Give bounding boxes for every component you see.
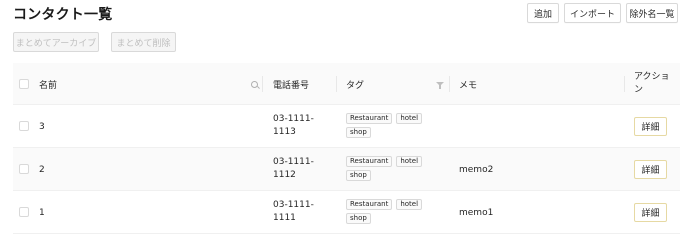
phone-line2: 1112 — [273, 170, 296, 180]
row-checkbox[interactable] — [19, 164, 29, 174]
name-cell: 3 — [39, 121, 45, 132]
column-header-action-line1: アクショ — [634, 72, 670, 82]
phone-line1: 03-1111- — [273, 157, 314, 167]
phone-cell: 03-1111- 1111 — [273, 199, 314, 225]
memo-cell: memo1 — [459, 207, 494, 218]
name-cell: 1 — [39, 207, 45, 218]
tag-badge: hotel — [396, 156, 423, 167]
table-row: 3 03-1111- 1113 Restaurant hotel shop 詳細 — [13, 105, 680, 148]
row-select-cell — [19, 207, 29, 217]
phone-cell: 03-1111- 1113 — [273, 113, 314, 139]
phone-line1: 03-1111- — [273, 114, 314, 124]
column-divider — [449, 76, 450, 92]
name-cell: 2 — [39, 164, 45, 175]
tag-badge: hotel — [396, 113, 423, 124]
phone-line2: 1113 — [273, 127, 296, 137]
detail-button[interactable]: 詳細 — [634, 203, 667, 222]
tags-cell: Restaurant hotel shop — [346, 113, 436, 138]
table-row: 2 03-1111- 1112 Restaurant hotel shop me… — [13, 148, 680, 191]
bulk-archive-button[interactable]: まとめてアーカイブ — [13, 32, 99, 52]
column-divider — [624, 76, 625, 92]
name-search-trigger[interactable] — [251, 63, 258, 105]
row-checkbox[interactable] — [19, 121, 29, 131]
add-button[interactable]: 追加 — [527, 3, 559, 23]
tag-filter-trigger[interactable] — [436, 63, 444, 105]
column-header-action: アクショ ン — [634, 63, 670, 105]
detail-button[interactable]: 詳細 — [634, 160, 667, 179]
select-all-checkbox[interactable] — [19, 79, 29, 89]
tag-badge: shop — [346, 170, 371, 181]
tag-badge: shop — [346, 213, 371, 224]
column-header-tag: タグ — [346, 80, 365, 91]
tag-badge: shop — [346, 127, 371, 138]
bulk-delete-button[interactable]: まとめて削除 — [111, 32, 176, 52]
column-header-phone: 電話番号 — [273, 80, 310, 91]
column-header-memo: メモ — [459, 80, 478, 91]
select-all-cell — [19, 63, 29, 105]
phone-cell: 03-1111- 1112 — [273, 156, 314, 182]
row-select-cell — [19, 164, 29, 174]
column-divider — [336, 76, 337, 92]
import-button[interactable]: インポート — [564, 3, 621, 23]
column-header-name[interactable]: 名前 — [39, 63, 57, 105]
excluded-list-button[interactable]: 除外名一覧 — [626, 3, 678, 23]
table-header: 名前 電話番号 タグ メモ アクショ ン — [13, 63, 680, 105]
search-icon — [251, 80, 258, 88]
tag-badge: Restaurant — [346, 199, 393, 210]
detail-button[interactable]: 詳細 — [634, 117, 667, 136]
memo-cell: memo2 — [459, 164, 494, 175]
row-select-cell — [19, 121, 29, 131]
tag-badge: Restaurant — [346, 113, 393, 124]
phone-line2: 1111 — [273, 213, 296, 223]
tags-cell: Restaurant hotel shop — [346, 156, 436, 181]
page-title: コンタクト一覧 — [13, 7, 113, 23]
filter-icon — [436, 82, 444, 89]
tag-badge: Restaurant — [346, 156, 393, 167]
tag-badge: hotel — [396, 199, 423, 210]
column-header-action-line2: ン — [634, 85, 644, 95]
row-checkbox[interactable] — [19, 207, 29, 217]
phone-line1: 03-1111- — [273, 200, 314, 210]
tags-cell: Restaurant hotel shop — [346, 199, 436, 224]
table-row: 1 03-1111- 1111 Restaurant hotel shop me… — [13, 191, 680, 234]
column-divider — [262, 76, 263, 92]
